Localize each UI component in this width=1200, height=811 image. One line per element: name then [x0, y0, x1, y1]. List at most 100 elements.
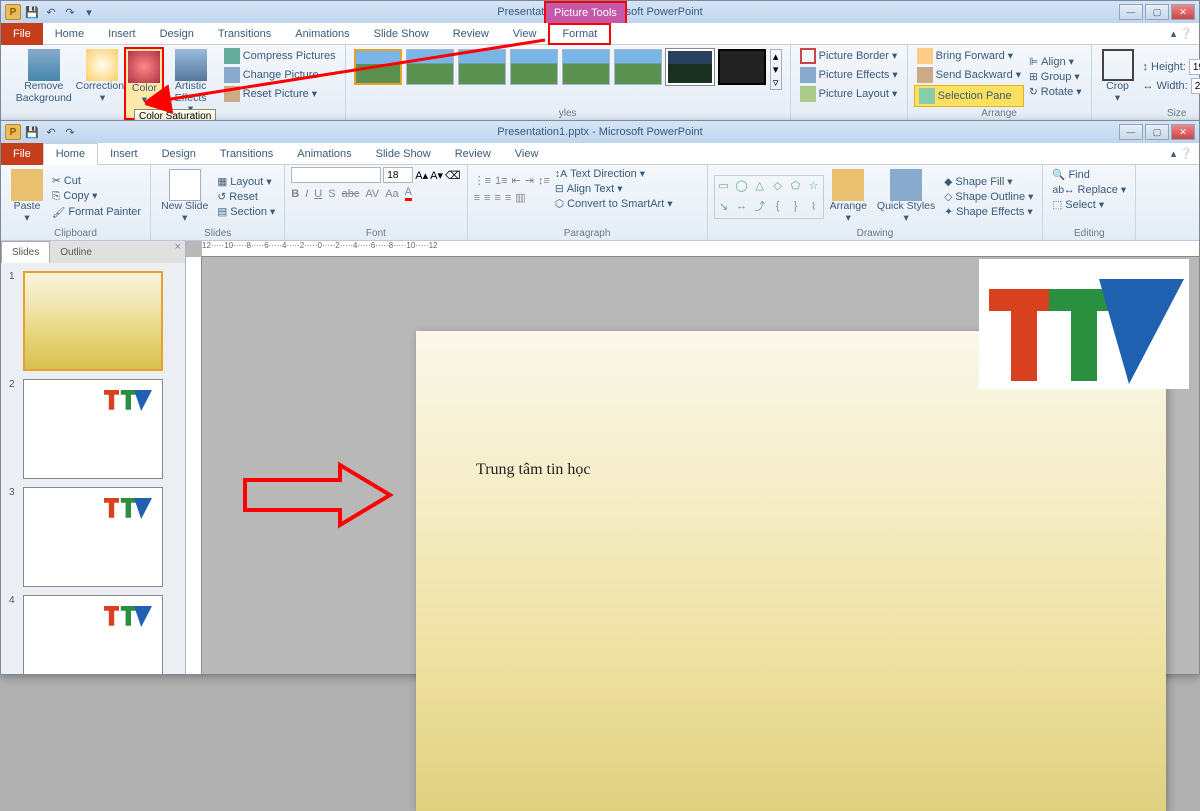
- quick-styles-button[interactable]: Quick Styles▾: [873, 167, 939, 226]
- redo-icon[interactable]: ↷: [62, 124, 78, 140]
- undo-icon[interactable]: ↶: [43, 4, 59, 20]
- tab-slideshow[interactable]: Slide Show: [364, 143, 443, 165]
- close-button[interactable]: ✕: [1171, 4, 1195, 20]
- layout-button[interactable]: ▦ Layout ▾: [214, 175, 278, 189]
- width-input[interactable]: [1191, 78, 1200, 94]
- align-text-button[interactable]: ⊟ Align Text ▾: [552, 182, 676, 196]
- selection-pane-button[interactable]: Selection Pane: [914, 85, 1024, 107]
- corrections-button[interactable]: Corrections▾: [81, 47, 125, 120]
- style-preset-5[interactable]: [562, 49, 610, 85]
- align-center-button[interactable]: ≡: [484, 192, 490, 204]
- style-preset-6[interactable]: [614, 49, 662, 85]
- tab-transitions[interactable]: Transitions: [208, 143, 285, 165]
- minimize-button[interactable]: —: [1119, 4, 1143, 20]
- format-painter-button[interactable]: 🖌 Format Painter: [49, 205, 144, 220]
- tab-transitions[interactable]: Transitions: [206, 23, 283, 45]
- redo-icon[interactable]: ↷: [62, 4, 78, 20]
- tab-file[interactable]: File: [1, 23, 43, 45]
- ribbon-minimize-icon[interactable]: ▴ ❔: [1165, 27, 1199, 40]
- tab-view[interactable]: View: [503, 143, 551, 165]
- arrange-button[interactable]: Arrange▾: [826, 167, 871, 226]
- indent-dec-button[interactable]: ⇤: [512, 174, 521, 187]
- height-input[interactable]: [1189, 59, 1200, 75]
- gallery-more-icon[interactable]: ▿: [771, 76, 781, 89]
- align-right-button[interactable]: ≡: [494, 192, 500, 204]
- style-preset-7[interactable]: [666, 49, 714, 85]
- slide-background-image[interactable]: [416, 331, 1166, 811]
- font-size-input[interactable]: [383, 167, 413, 183]
- rotate-button[interactable]: ↻ Rotate ▾: [1026, 85, 1085, 99]
- reset-button[interactable]: ↺ Reset: [214, 190, 278, 204]
- case-button[interactable]: Aa: [385, 188, 398, 200]
- line-spacing-button[interactable]: ↕≡: [538, 175, 550, 187]
- slide-thumb-2[interactable]: [23, 379, 163, 479]
- shadow-button[interactable]: S: [328, 188, 335, 200]
- canvas-area[interactable]: 12·····10·····8·····6·····4·····2·····0·…: [186, 241, 1199, 674]
- save-icon[interactable]: 💾: [24, 4, 40, 20]
- tab-format[interactable]: Format: [548, 23, 611, 45]
- outline-tab[interactable]: Outline: [50, 241, 102, 263]
- bullets-button[interactable]: ⋮≡: [474, 174, 491, 187]
- tab-view[interactable]: View: [501, 23, 549, 45]
- justify-button[interactable]: ≡: [505, 192, 511, 204]
- slide-title-text[interactable]: Trung tâm tin học: [476, 461, 591, 479]
- char-spacing-button[interactable]: AV: [365, 188, 379, 200]
- indent-inc-button[interactable]: ⇥: [525, 174, 534, 187]
- style-preset-3[interactable]: [458, 49, 506, 85]
- cut-button[interactable]: ✂ Cut: [49, 174, 144, 188]
- align-button[interactable]: ⊫ Align ▾: [1026, 55, 1085, 69]
- width-field[interactable]: ↔Width:⇅: [1140, 77, 1200, 95]
- remove-background-button[interactable]: Remove Background: [7, 47, 81, 120]
- picture-border-button[interactable]: Picture Border ▾: [797, 47, 901, 65]
- strike-button[interactable]: abc: [342, 188, 360, 200]
- tab-design[interactable]: Design: [150, 143, 208, 165]
- italic-button[interactable]: I: [305, 188, 308, 200]
- minimize-button[interactable]: —: [1119, 124, 1143, 140]
- tab-design[interactable]: Design: [148, 23, 206, 45]
- underline-button[interactable]: U: [314, 188, 322, 200]
- send-backward-button[interactable]: Send Backward ▾: [914, 66, 1024, 84]
- bring-forward-button[interactable]: Bring Forward ▾: [914, 47, 1024, 65]
- slide-thumb-1[interactable]: [23, 271, 163, 371]
- slide-canvas[interactable]: Trung tâm tin học: [416, 331, 1166, 811]
- shrink-font-icon[interactable]: A▾: [430, 169, 443, 182]
- paste-button[interactable]: Paste▾: [7, 167, 47, 226]
- height-field[interactable]: ↕Height:⇅: [1140, 58, 1200, 76]
- shape-effects-button[interactable]: ✦ Shape Effects ▾: [941, 205, 1036, 219]
- tab-slideshow[interactable]: Slide Show: [362, 23, 441, 45]
- picture-layout-button[interactable]: Picture Layout ▾: [797, 85, 901, 103]
- clear-format-icon[interactable]: ⌫: [445, 169, 461, 182]
- bold-button[interactable]: B: [291, 188, 299, 200]
- gallery-down-icon[interactable]: ▾: [771, 63, 781, 76]
- style-preset-4[interactable]: [510, 49, 558, 85]
- tab-file[interactable]: File: [1, 143, 43, 165]
- picture-tools-context-tab[interactable]: Picture Tools: [544, 1, 627, 23]
- save-icon[interactable]: 💾: [24, 124, 40, 140]
- new-slide-button[interactable]: New Slide▾: [157, 167, 212, 226]
- tab-home[interactable]: Home: [43, 143, 98, 165]
- select-button[interactable]: ⬚ Select ▾: [1049, 198, 1129, 212]
- tab-insert[interactable]: Insert: [98, 143, 150, 165]
- columns-button[interactable]: ▥: [515, 191, 525, 204]
- smartart-button[interactable]: ⬡ Convert to SmartArt ▾: [552, 197, 676, 211]
- ribbon-minimize-icon[interactable]: ▴ ❔: [1165, 147, 1199, 160]
- style-preset-8[interactable]: [718, 49, 766, 85]
- maximize-button[interactable]: ▢: [1145, 124, 1169, 140]
- text-direction-button[interactable]: ↕A Text Direction ▾: [552, 167, 676, 181]
- change-picture-button[interactable]: Change Picture: [221, 66, 339, 84]
- slide-thumb-4[interactable]: [23, 595, 163, 674]
- font-color-button[interactable]: A: [405, 186, 412, 201]
- font-family-input[interactable]: [291, 167, 381, 183]
- tab-home[interactable]: Home: [43, 23, 96, 45]
- shapes-gallery[interactable]: ▭◯△◇⬠☆ ↘↔⤴{}⌇: [714, 175, 824, 219]
- copy-button[interactable]: ⎘ Copy ▾: [49, 189, 144, 204]
- grow-font-icon[interactable]: A▴: [415, 169, 428, 182]
- align-left-button[interactable]: ≡: [474, 192, 480, 204]
- group-button[interactable]: ⊞ Group ▾: [1026, 70, 1085, 84]
- style-preset-1[interactable]: [354, 49, 402, 85]
- tab-review[interactable]: Review: [441, 23, 501, 45]
- reset-picture-button[interactable]: Reset Picture ▾: [221, 85, 339, 103]
- close-button[interactable]: ✕: [1171, 124, 1195, 140]
- section-button[interactable]: ▤ Section ▾: [214, 205, 278, 219]
- tab-animations[interactable]: Animations: [285, 143, 363, 165]
